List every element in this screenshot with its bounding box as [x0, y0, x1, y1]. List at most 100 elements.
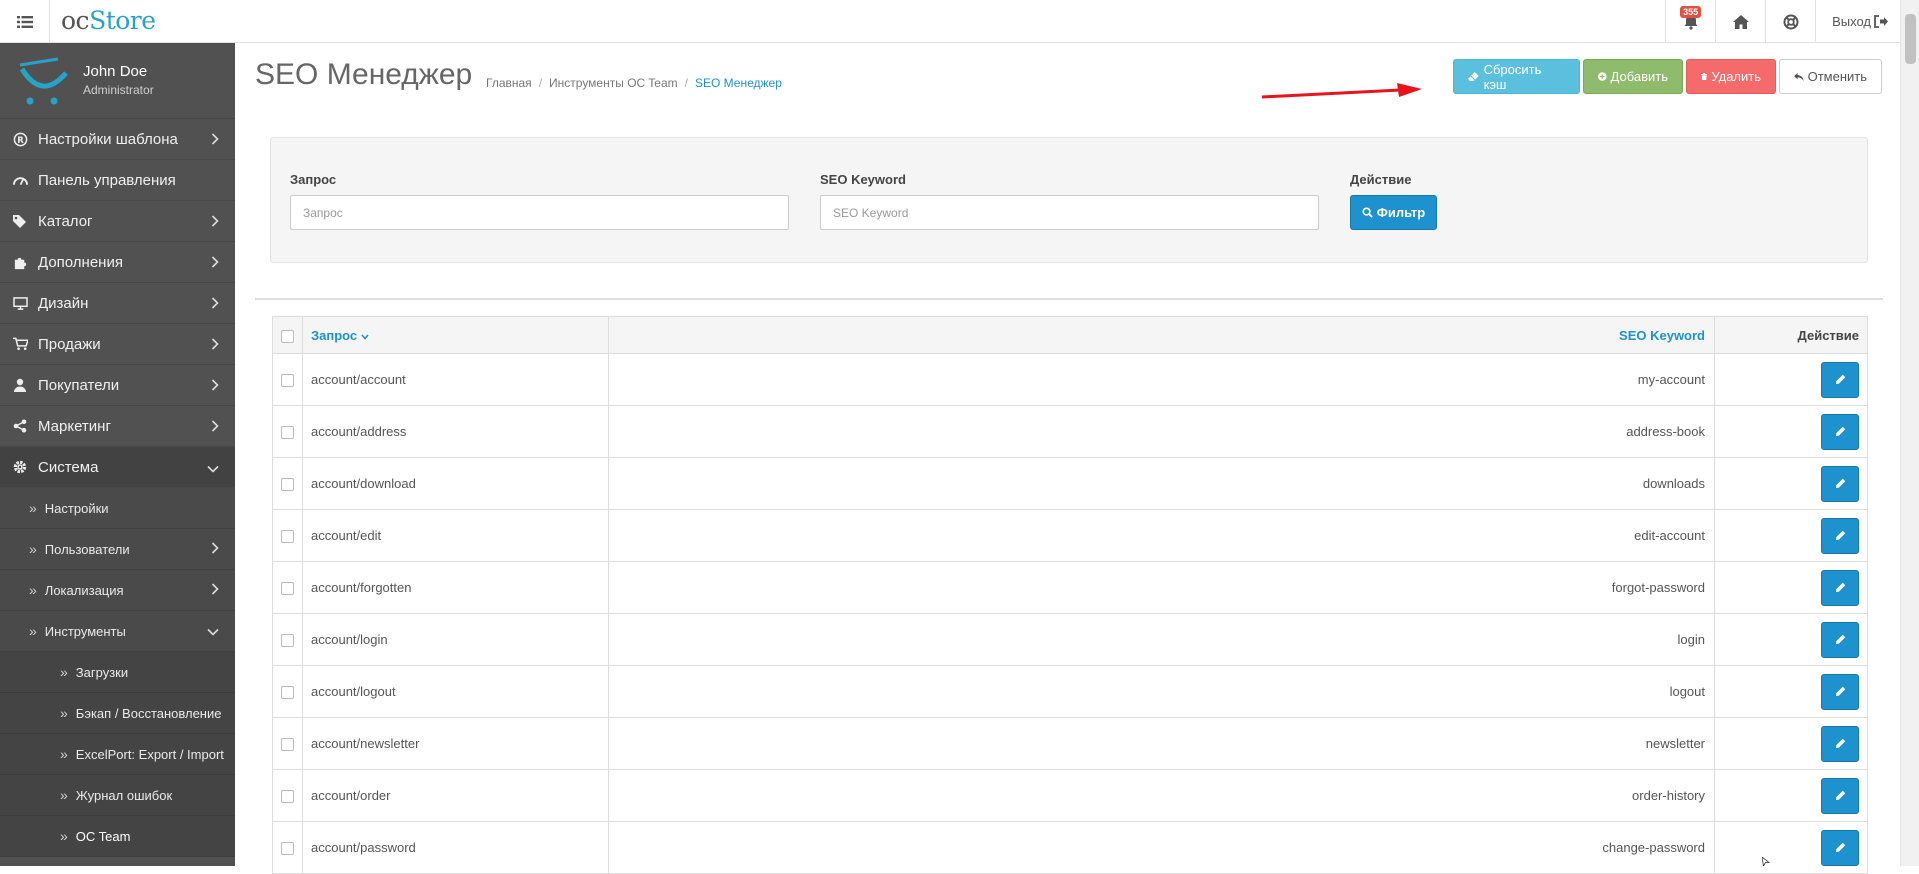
edit-button[interactable]: [1821, 465, 1859, 502]
sidebar-item-label: Журнал ошибок: [75, 787, 173, 803]
sidebar-item-marketing[interactable]: Маркетинг: [0, 406, 235, 447]
sidebar-item-extensions[interactable]: Дополнения: [0, 242, 235, 283]
row-query: account/newsletter: [302, 717, 609, 770]
row-checkbox[interactable]: [281, 530, 294, 544]
edit-button[interactable]: [1821, 829, 1859, 866]
double-chevron-icon: »: [60, 705, 68, 721]
scrollbar-thumb[interactable]: [1905, 14, 1916, 64]
cart-icon: [12, 336, 28, 352]
sidebar: John Doe Administrator R Настройки шабло…: [0, 43, 235, 866]
pencil-icon: [1835, 790, 1845, 801]
row-action-cell: [1714, 717, 1868, 770]
row-action-cell: [1714, 613, 1868, 666]
edit-button[interactable]: [1821, 777, 1859, 814]
pencil-icon: [1835, 686, 1845, 697]
row-select-cell: [272, 509, 303, 562]
row-query: account/forgotten: [302, 561, 609, 614]
row-keyword: my-account: [608, 353, 1715, 406]
sidebar-item-label: Инструменты: [44, 623, 126, 639]
delete-button[interactable]: Удалить: [1686, 59, 1776, 94]
hamburger-icon: [16, 15, 33, 28]
help-button[interactable]: [1765, 0, 1815, 43]
sidebar-item-system[interactable]: Система: [0, 447, 235, 488]
edit-button[interactable]: [1821, 361, 1859, 398]
chevron-right-icon: [211, 337, 219, 354]
logo[interactable]: ocStore: [61, 6, 156, 35]
double-chevron-icon: »: [60, 787, 68, 803]
sidebar-tool-excelport[interactable]: » ExcelPort: Export / Import: [0, 734, 235, 775]
page-scrollbar[interactable]: [1900, 0, 1919, 866]
filter-button-label: Фильтр: [1376, 205, 1426, 220]
sidebar-item-design[interactable]: Дизайн: [0, 283, 235, 324]
filter-query-input[interactable]: [290, 195, 789, 230]
logout-button[interactable]: Выход: [1815, 0, 1900, 43]
breadcrumb-current[interactable]: SEO Менеджер: [695, 76, 782, 90]
row-checkbox[interactable]: [281, 426, 294, 440]
gear-icon: [12, 459, 28, 475]
row-action-cell: [1714, 769, 1868, 822]
row-checkbox[interactable]: [281, 634, 294, 648]
row-checkbox[interactable]: [281, 582, 294, 596]
sidebar-sub-localisation[interactable]: » Локализация: [0, 570, 235, 611]
row-checkbox[interactable]: [281, 842, 294, 856]
row-checkbox[interactable]: [281, 686, 294, 700]
sidebar-item-customers[interactable]: Покупатели: [0, 365, 235, 406]
row-checkbox[interactable]: [281, 374, 294, 388]
filter-keyword-input[interactable]: [820, 195, 1319, 230]
filter-action-group: Действие Фильтр: [1350, 172, 1437, 230]
sort-keyword-header[interactable]: SEO Keyword: [608, 316, 1715, 354]
row-select-cell: [272, 353, 303, 406]
sidebar-item-sales[interactable]: Продажи: [0, 324, 235, 365]
sidebar-tool-error-log[interactable]: » Журнал ошибок: [0, 775, 235, 816]
sidebar-item-catalog[interactable]: Каталог: [0, 201, 235, 242]
notifications-button[interactable]: 355: [1665, 0, 1715, 43]
row-query: account/login: [302, 613, 609, 666]
table-row: account/edit edit-account: [272, 509, 1868, 562]
sidebar-tool-backup[interactable]: » Бэкап / Восстановление: [0, 693, 235, 734]
sidebar-item-label: Маркетинг: [38, 417, 111, 435]
sidebar-item-theme-settings[interactable]: R Настройки шаблона: [0, 119, 235, 160]
row-checkbox[interactable]: [281, 738, 294, 752]
sidebar-item-label: Панель управления: [38, 171, 176, 189]
sidebar-sub-users[interactable]: » Пользователи: [0, 529, 235, 570]
home-button[interactable]: [1715, 0, 1765, 43]
edit-button[interactable]: [1821, 517, 1859, 554]
edit-button[interactable]: [1821, 569, 1859, 606]
row-select-cell: [272, 405, 303, 458]
add-button[interactable]: Добавить: [1583, 59, 1683, 94]
sidebar-item-label: Продажи: [38, 335, 101, 353]
cancel-button[interactable]: Отменить: [1779, 59, 1882, 94]
row-query: account/edit: [302, 509, 609, 562]
user-profile[interactable]: John Doe Administrator: [0, 43, 235, 119]
select-all-checkbox[interactable]: [281, 329, 294, 343]
top-header: ocStore 355 Выход: [0, 0, 1900, 43]
sidebar-sub-settings[interactable]: » Настройки: [0, 488, 235, 529]
sort-query-header[interactable]: Запрос: [302, 316, 609, 354]
sidebar-tool-oc-team[interactable]: » OC Team: [0, 816, 235, 857]
sidebar-tool-uploads[interactable]: » Загрузки: [0, 652, 235, 693]
edit-button[interactable]: [1821, 413, 1859, 450]
row-select-cell: [272, 561, 303, 614]
sidebar-item-partial[interactable]: [0, 857, 235, 866]
puzzle-icon: [12, 254, 28, 270]
table-row: account/account my-account: [272, 353, 1868, 406]
delete-label: Удалить: [1711, 69, 1761, 84]
edit-button[interactable]: [1821, 725, 1859, 762]
row-checkbox[interactable]: [281, 478, 294, 492]
row-checkbox[interactable]: [281, 790, 294, 804]
double-chevron-icon: »: [29, 500, 37, 516]
sidebar-sub-tools[interactable]: » Инструменты: [0, 611, 235, 652]
breadcrumb-tools[interactable]: Инструменты OC Team: [549, 76, 678, 90]
reset-cache-button[interactable]: Сбросить кэш: [1453, 59, 1580, 94]
user-role: Administrator: [83, 83, 154, 97]
logo-store: Store: [89, 6, 156, 35]
edit-button[interactable]: [1821, 673, 1859, 710]
user-name: John Doe: [83, 63, 148, 80]
sidebar-item-dashboard[interactable]: Панель управления: [0, 160, 235, 201]
breadcrumb-separator: /: [538, 76, 543, 90]
filter-button[interactable]: Фильтр: [1350, 195, 1437, 230]
row-keyword: forgot-password: [608, 561, 1715, 614]
edit-button[interactable]: [1821, 621, 1859, 658]
breadcrumb-home[interactable]: Главная: [486, 76, 532, 90]
menu-toggle-button[interactable]: [0, 0, 50, 43]
